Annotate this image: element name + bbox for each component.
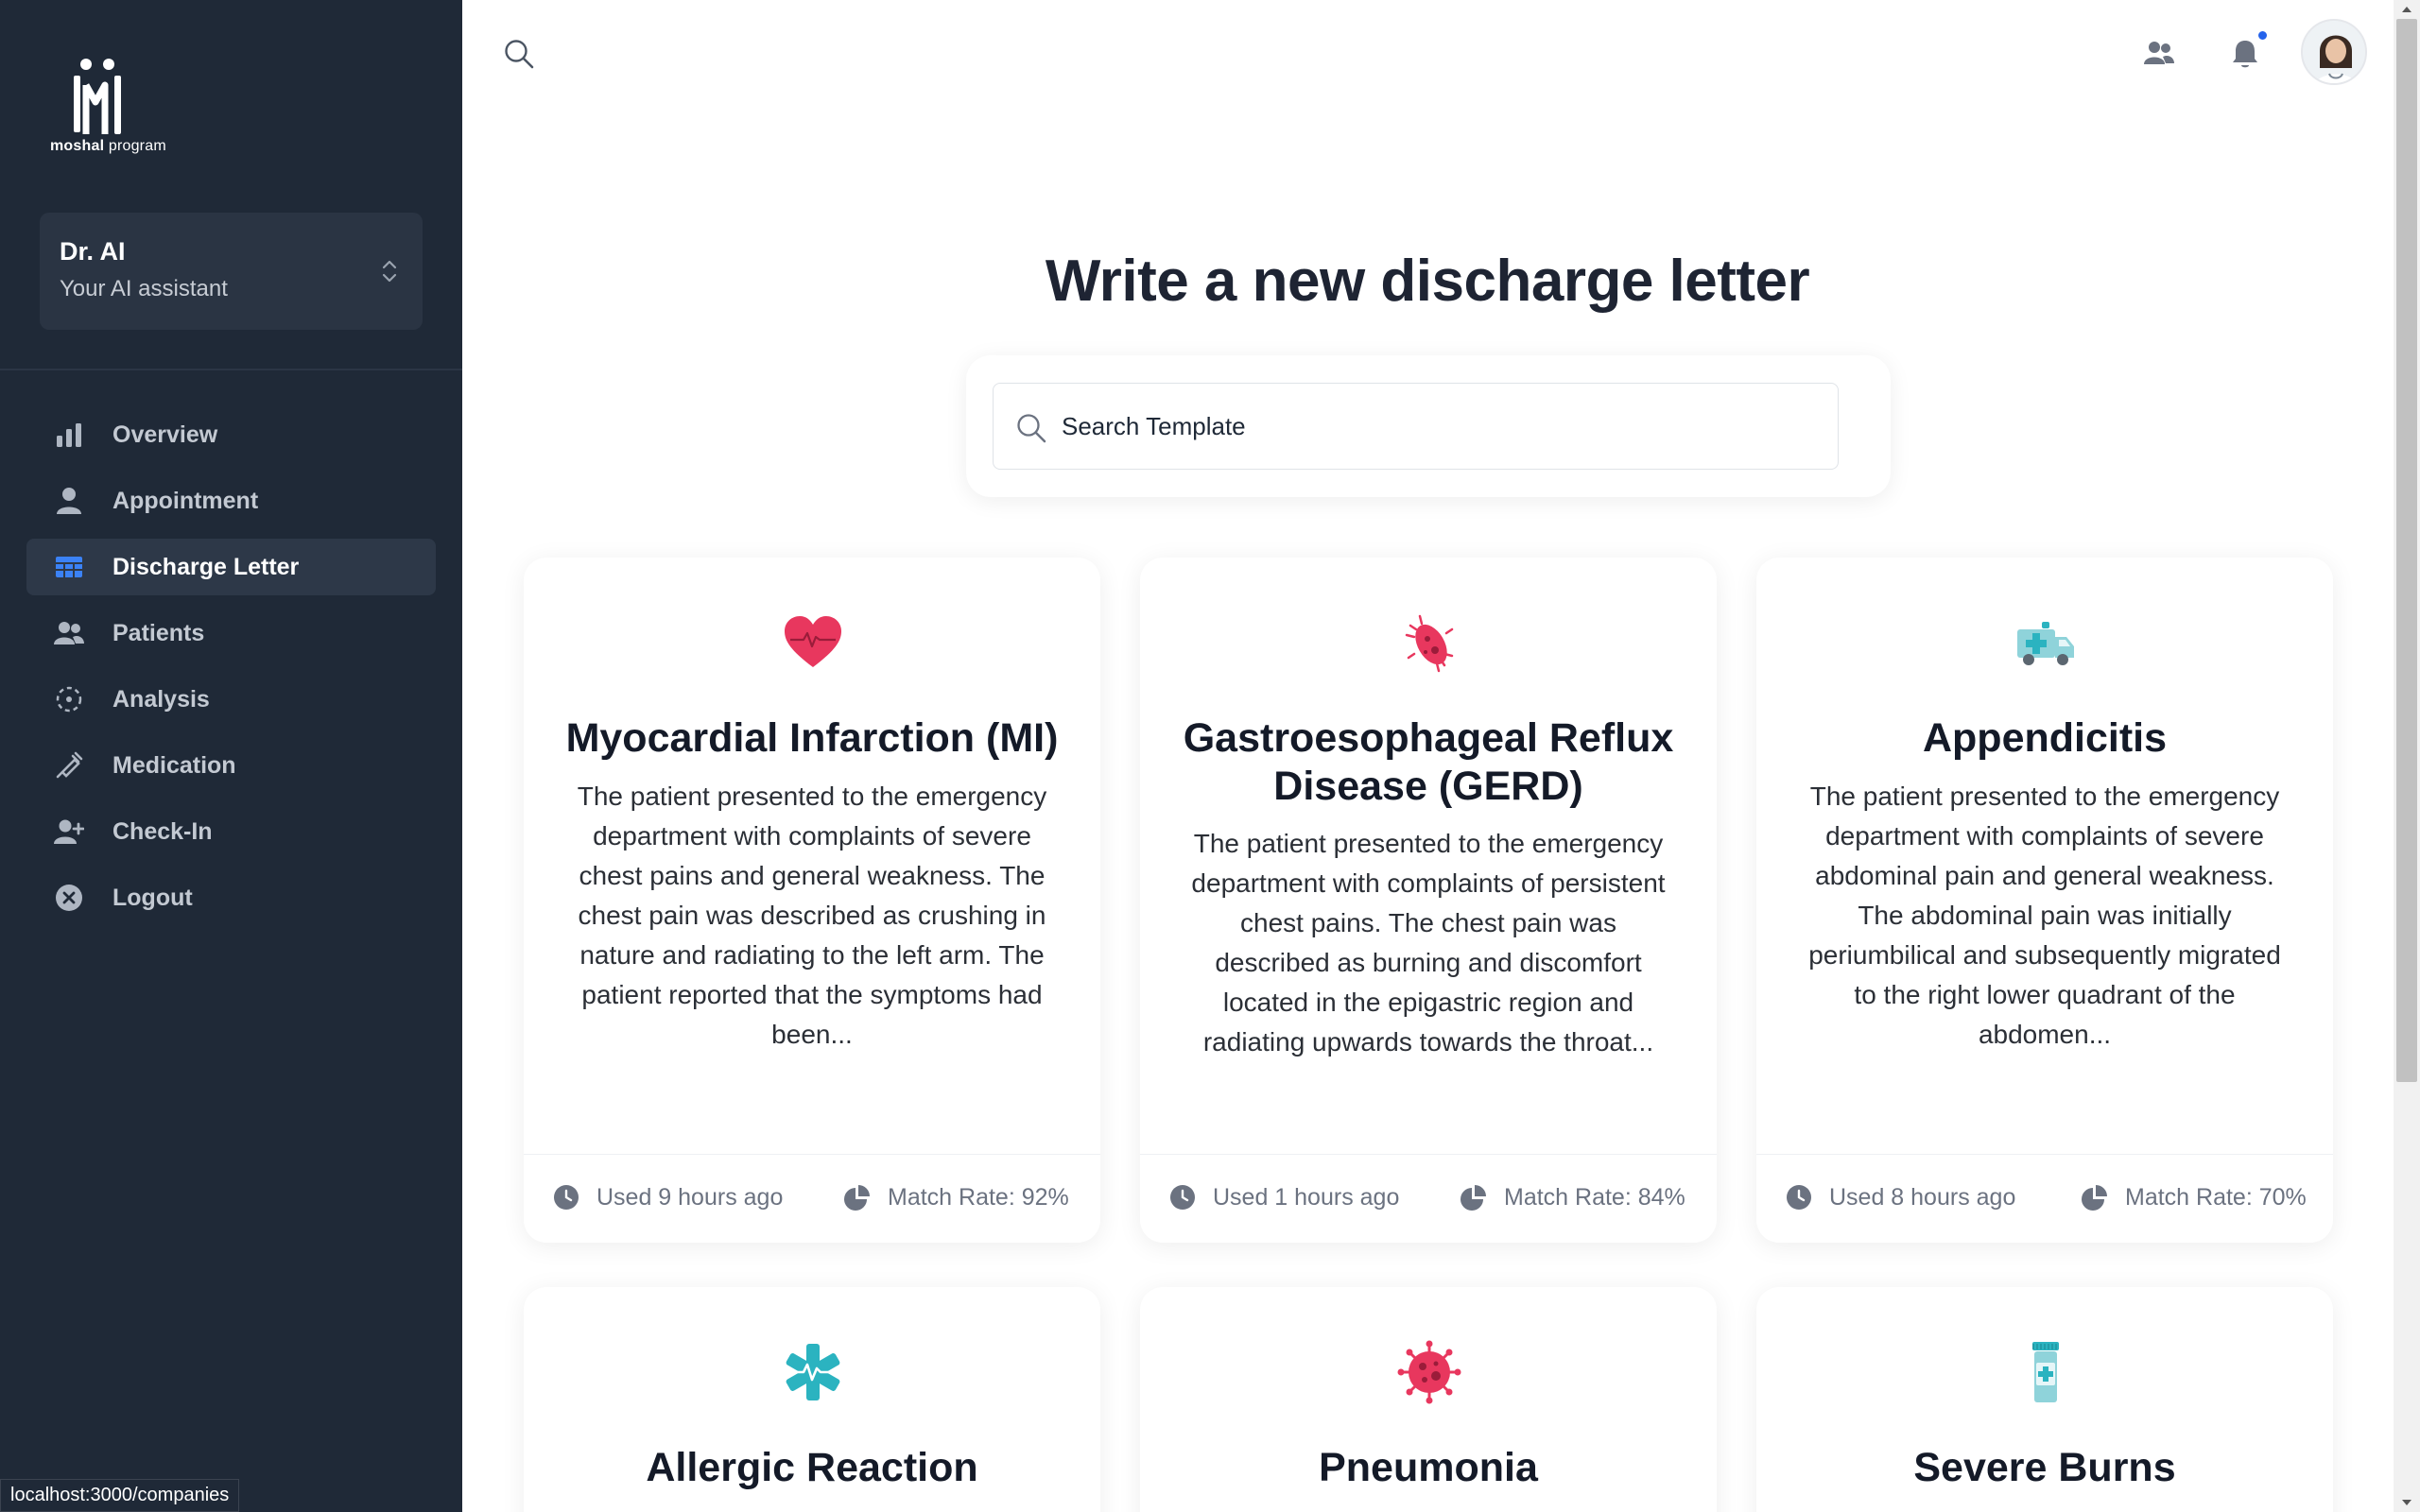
user-icon bbox=[53, 485, 85, 517]
template-card-allergic-reaction[interactable]: Allergic Reaction bbox=[524, 1287, 1100, 1512]
nav-item-label: Patients bbox=[112, 619, 205, 646]
bacteria-icon bbox=[1405, 614, 1454, 673]
status-bar-url: localhost:3000/companies bbox=[0, 1479, 240, 1512]
template-search-box[interactable] bbox=[993, 383, 1839, 470]
nav-item-medication[interactable]: Medication bbox=[26, 737, 436, 794]
search-icon bbox=[1017, 414, 1046, 443]
assistant-switcher[interactable]: Dr. AI Your AI assistant bbox=[40, 213, 423, 330]
card-footer: Used 1 hours ago Match Rate: 84% bbox=[1140, 1154, 1717, 1243]
nav-item-label: Overview bbox=[112, 421, 218, 448]
nav-item-logout[interactable]: Logout bbox=[26, 869, 436, 926]
notification-dot bbox=[2256, 29, 2269, 42]
nav-item-appointment[interactable]: Appointment bbox=[26, 472, 436, 529]
card-match-rate: Match Rate: 70% bbox=[2081, 1183, 2307, 1211]
card-used: Used 8 hours ago bbox=[1785, 1183, 2015, 1211]
nav-item-label: Medication bbox=[112, 751, 236, 779]
ambulance-icon bbox=[2017, 622, 2074, 665]
nav-item-analysis[interactable]: Analysis bbox=[26, 671, 436, 728]
pie-chart-icon bbox=[1461, 1185, 1486, 1211]
user-plus-icon bbox=[53, 816, 85, 848]
sidebar: moshal program Dr. AI Your AI assistant … bbox=[0, 0, 462, 1512]
sidebar-nav: Overview Appointment Discharge Letter Pa… bbox=[26, 406, 436, 936]
nav-item-label: Discharge Letter bbox=[112, 553, 300, 580]
card-footer: Used 9 hours ago Match Rate: 92% bbox=[524, 1154, 1100, 1243]
scrollbar-thumb[interactable] bbox=[2396, 19, 2417, 1082]
brand-name: moshal program bbox=[50, 138, 166, 154]
virus-icon bbox=[1397, 1340, 1461, 1404]
pie-chart-icon bbox=[2082, 1185, 2107, 1211]
card-title: Gastroesophageal Reflux Disease (GERD) bbox=[1183, 715, 1674, 809]
card-description: The patient presented to the emergency d… bbox=[577, 782, 1047, 1049]
assistant-name: Dr. AI bbox=[60, 237, 126, 266]
card-title: Appendicitis bbox=[1922, 715, 2168, 761]
card-description: The patient presented to the emergency d… bbox=[1191, 829, 1666, 1057]
card-used: Used 1 hours ago bbox=[1168, 1183, 1399, 1211]
card-match-rate: Match Rate: 92% bbox=[843, 1183, 1069, 1211]
card-title: Myocardial Infarction (MI) bbox=[565, 715, 1059, 761]
clock-icon bbox=[1787, 1185, 1811, 1210]
bar-chart-icon bbox=[53, 419, 85, 451]
card-description: The patient presented to the emergency d… bbox=[1808, 782, 2281, 1049]
avatar[interactable] bbox=[2301, 19, 2367, 85]
page-title: Write a new discharge letter bbox=[1045, 249, 1810, 314]
scroll-down-arrow-icon[interactable] bbox=[2399, 1497, 2414, 1508]
nav-item-overview[interactable]: Overview bbox=[26, 406, 436, 463]
nav-item-label: Logout bbox=[112, 884, 193, 911]
syringe-icon bbox=[53, 749, 85, 782]
template-card-severe-burns[interactable]: Severe Burns bbox=[1756, 1287, 2333, 1512]
assistant-role: Your AI assistant bbox=[60, 276, 228, 301]
template-search-card bbox=[966, 355, 1891, 497]
card-match-rate: Match Rate: 84% bbox=[1460, 1183, 1685, 1211]
team-icon[interactable] bbox=[2141, 36, 2177, 72]
card-title: Allergic Reaction bbox=[646, 1445, 978, 1490]
nav-item-label: Analysis bbox=[112, 685, 210, 713]
users-icon bbox=[53, 617, 85, 649]
card-title: Severe Burns bbox=[1913, 1445, 2176, 1490]
clock-icon bbox=[554, 1185, 579, 1210]
template-card-gerd[interactable]: Gastroesophageal Reflux Disease (GERD) T… bbox=[1140, 558, 1717, 1243]
card-title: Pneumonia bbox=[1319, 1445, 1538, 1490]
template-card-pneumonia[interactable]: Pneumonia bbox=[1140, 1287, 1717, 1512]
nav-item-label: Appointment bbox=[112, 487, 259, 514]
template-search-input[interactable] bbox=[1062, 403, 1818, 450]
pie-chart-icon bbox=[844, 1185, 870, 1211]
clock-icon bbox=[1170, 1185, 1195, 1210]
template-card-mi[interactable]: Myocardial Infarction (MI) The patient p… bbox=[524, 558, 1100, 1243]
bell-icon[interactable] bbox=[2227, 36, 2263, 72]
search-icon[interactable] bbox=[503, 38, 535, 70]
card-used: Used 9 hours ago bbox=[552, 1183, 783, 1211]
heart-pulse-icon bbox=[785, 616, 841, 667]
card-footer: Used 8 hours ago Match Rate: 70% bbox=[1756, 1154, 2333, 1243]
close-circle-icon bbox=[53, 882, 85, 914]
medical-star-icon bbox=[786, 1344, 840, 1400]
medicine-bottle-icon bbox=[2032, 1342, 2059, 1402]
target-icon bbox=[53, 683, 85, 715]
table-icon bbox=[53, 551, 85, 583]
avatar-image bbox=[2303, 21, 2365, 83]
template-card-appendicitis[interactable]: Appendicitis The patient presented to th… bbox=[1756, 558, 2333, 1243]
sidebar-divider bbox=[0, 369, 462, 370]
scroll-up-arrow-icon[interactable] bbox=[2399, 4, 2414, 15]
nav-item-discharge-letter[interactable]: Discharge Letter bbox=[26, 539, 436, 595]
nav-item-patients[interactable]: Patients bbox=[26, 605, 436, 662]
nav-item-check-in[interactable]: Check-In bbox=[26, 803, 436, 860]
nav-item-label: Check-In bbox=[112, 817, 213, 845]
chevron-up-down-icon bbox=[382, 260, 397, 283]
